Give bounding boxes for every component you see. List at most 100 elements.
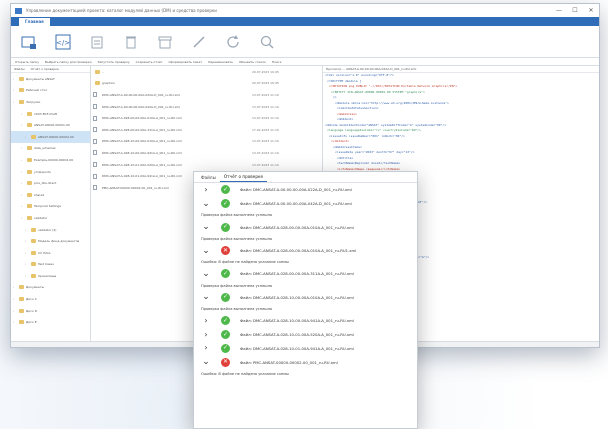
file-row[interactable]: .. 20.07.2023 19:45 (91, 66, 322, 78)
report-row[interactable]: › ✓ Файл: DMC-ANSAT-A-00-00-00-00A-022A-D_… (194, 183, 417, 197)
report-row[interactable]: ⌄ ✓ Файл: DMC-ANSAT-A-028-10-00-00A-010A-A… (194, 291, 417, 305)
tree-item[interactable]: › Example-00000-00002-00 (11, 154, 90, 166)
chevron-down-icon[interactable]: ⌄ (201, 199, 211, 208)
report-row[interactable]: ⌄ ✕ Файл: PMC-ANSAT-00000-00002-00_001_ru-… (194, 355, 417, 369)
tree-item[interactable]: › ANSAT-00000-00002-00 (11, 130, 90, 143)
file-row[interactable]: DMC-ANSAT-A-00-00-00-00A-042A-D_001_ru-R… (91, 101, 322, 113)
tree-item[interactable]: › Test Cases (11, 259, 90, 271)
check-circle-icon: ✓ (221, 292, 230, 302)
xml-file-icon (93, 104, 97, 110)
tree-item[interactable]: › ANSAT-00000-00001-00 (11, 119, 90, 131)
xml-file-icon (93, 185, 97, 191)
tree-item[interactable]: › Хранилище (11, 270, 90, 282)
tree-header-files[interactable]: Файлы (14, 67, 25, 71)
screenshot-stage: Управление документацией проекта: катало… (0, 0, 608, 429)
minimize-button[interactable]: — (551, 7, 567, 14)
expand-arrow-icon[interactable]: › (25, 251, 29, 255)
chevron-down-icon[interactable]: ⌄ (201, 223, 211, 232)
tab-home[interactable]: Главная (19, 18, 50, 26)
expand-arrow-icon[interactable]: › (25, 274, 29, 278)
open-folder-button[interactable] (21, 33, 37, 51)
file-row[interactable]: DMC-ANSAT-A-00-00-00-00A-022A-D_001_ru-R… (91, 89, 322, 101)
tree-item[interactable]: › Документы (11, 282, 90, 294)
expand-arrow-icon[interactable]: › (13, 285, 17, 289)
tree-item[interactable]: › data_schemas (11, 143, 90, 155)
tree-item[interactable]: › 1003 BCF-Draft (11, 108, 90, 120)
tree-item[interactable]: › ymlexports (11, 166, 90, 178)
tree-item[interactable]: › Temporal Settings (11, 201, 90, 213)
file-row[interactable]: graphics 20.07.2023 19:45 (91, 78, 322, 90)
report-row[interactable]: › ✓ Файл: DMC-ANSAT-A-028-10-01-00A-941A-A… (194, 341, 417, 355)
expand-arrow-icon[interactable]: › (13, 100, 17, 104)
expand-arrow-icon[interactable]: › (21, 193, 25, 197)
close-button[interactable]: ✕ (583, 7, 599, 14)
report-row[interactable]: › ✓ Файл: DMC-ANSAT-A-028-10-01-00A-520A-A… (194, 328, 417, 342)
tree-header-report[interactable]: Отчёт о проверке (31, 67, 59, 71)
expand-arrow-icon[interactable]: › (21, 170, 25, 174)
tree-item[interactable]: › Диск E (11, 316, 90, 328)
tree-item[interactable]: › pics_dbs.direct (11, 177, 90, 189)
tree-item[interactable]: › validator (11, 212, 90, 224)
xml-preview-header: Просмотр ... ANSAT-A-00-00-00-00A-022A-D… (323, 66, 599, 73)
report-row[interactable]: ⌄ ✕ Файл: DMC-ANSAT-A-028-00-00-00A-010A-A… (194, 244, 417, 258)
tree-item[interactable]: › Загрузки (11, 96, 90, 108)
expand-arrow-icon[interactable]: › (25, 262, 29, 266)
expand-arrow-icon[interactable]: › (13, 297, 17, 301)
file-row[interactable]: DMC-ANSAT-A-028-10-01-00A-520A-A_001_ru-… (91, 159, 322, 171)
search-button[interactable] (259, 33, 275, 51)
report-list: › ✓ Файл: DMC-ANSAT-A-00-00-00-00A-022A-D_… (194, 183, 417, 379)
tab-validation-report[interactable]: Отчёт о проверке (219, 174, 268, 182)
expand-arrow-icon[interactable]: › (13, 320, 17, 324)
report-file-name: Файл: DMC-ANSAT-A-028-10-00-00A-010A-A_0… (240, 294, 354, 300)
expand-arrow-icon[interactable]: › (13, 309, 17, 313)
maximize-button[interactable]: ☐ (567, 7, 583, 14)
tree-item[interactable]: › validator (2) (11, 224, 90, 236)
tree-item[interactable]: › CC HALL (11, 247, 90, 259)
file-name: DMC-ANSAT-A-028-00-00-00A-010A-A_001_ru-… (102, 116, 182, 121)
tab-files[interactable]: Файлы (197, 175, 220, 182)
window-controls: — ☐ ✕ (551, 7, 599, 14)
expand-arrow-icon[interactable]: › (21, 158, 25, 162)
chevron-down-icon[interactable]: ⌄ (201, 246, 211, 255)
tree-item[interactable]: › Модель фонд документов (11, 235, 90, 247)
check-circle-icon: ✓ (221, 316, 230, 326)
chevron-right-icon[interactable]: › (201, 330, 211, 339)
tree-item[interactable]: › Рабочий стол (11, 85, 90, 97)
chevron-right-icon[interactable]: › (201, 316, 211, 325)
expand-arrow-icon[interactable]: › (13, 77, 17, 81)
tree-item[interactable]: › shared (11, 189, 90, 201)
chevron-down-icon[interactable]: ⌄ (201, 269, 211, 278)
xml-view-button[interactable]: </> (55, 33, 71, 51)
chevron-down-icon[interactable]: ⌄ (201, 358, 211, 367)
tree-item[interactable]: › Документы ANSAT (11, 73, 90, 85)
file-row[interactable]: DMC-ANSAT-A-028-10-00-00A-010A-A_001_ru-… (91, 136, 322, 148)
validate-button[interactable] (89, 33, 105, 51)
tree-item[interactable]: › Диск D (11, 305, 90, 317)
expand-arrow-icon[interactable]: › (25, 228, 29, 232)
expand-arrow-icon[interactable]: › (25, 135, 29, 139)
chevron-right-icon[interactable]: › (201, 185, 211, 194)
expand-arrow-icon[interactable]: › (13, 88, 17, 92)
expand-arrow-icon[interactable]: › (21, 123, 25, 127)
expand-arrow-icon[interactable]: › (21, 181, 25, 185)
expand-arrow-icon[interactable]: › (21, 112, 25, 116)
report-row[interactable]: ⌄ ✓ Файл: DMC-ANSAT-A-028-00-00-00A-311A-A… (194, 267, 417, 281)
report-row[interactable]: ⌄ ✓ Файл: DMC-ANSAT-A-028-00-00-00A-010A-A… (194, 220, 417, 234)
chevron-right-icon[interactable]: › (201, 344, 211, 352)
tree-item[interactable]: › Диск C (11, 293, 90, 305)
expand-arrow-icon[interactable]: › (21, 216, 25, 220)
package-button[interactable] (157, 33, 173, 51)
refresh-button[interactable] (225, 33, 241, 51)
chevron-down-icon[interactable]: ⌄ (201, 293, 211, 302)
expand-arrow-icon[interactable]: › (21, 204, 25, 208)
report-row[interactable]: › ✓ Файл: DMC-ANSAT-A-028-10-00-00A-941A-A… (194, 314, 417, 328)
file-row[interactable]: DMC-ANSAT-A-028-00-00-00A-311A-A_001_ru-… (91, 124, 322, 136)
file-row[interactable]: DMC-ANSAT-A-028-10-00-00A-941A-A_001_ru-… (91, 147, 322, 159)
expand-arrow-icon[interactable]: › (21, 146, 25, 150)
report-row[interactable]: ⌄ ✓ Файл: DMC-ANSAT-A-00-00-00-00A-042A-D_… (194, 197, 417, 211)
rename-button[interactable] (191, 33, 207, 51)
expand-arrow-icon[interactable]: › (25, 239, 29, 243)
file-row[interactable]: DMC-ANSAT-A-028-00-00-00A-010A-A_001_ru-… (91, 112, 322, 124)
report-success-message: Проверка файла выполнена успешно (194, 233, 417, 244)
delete-button[interactable] (123, 33, 139, 51)
